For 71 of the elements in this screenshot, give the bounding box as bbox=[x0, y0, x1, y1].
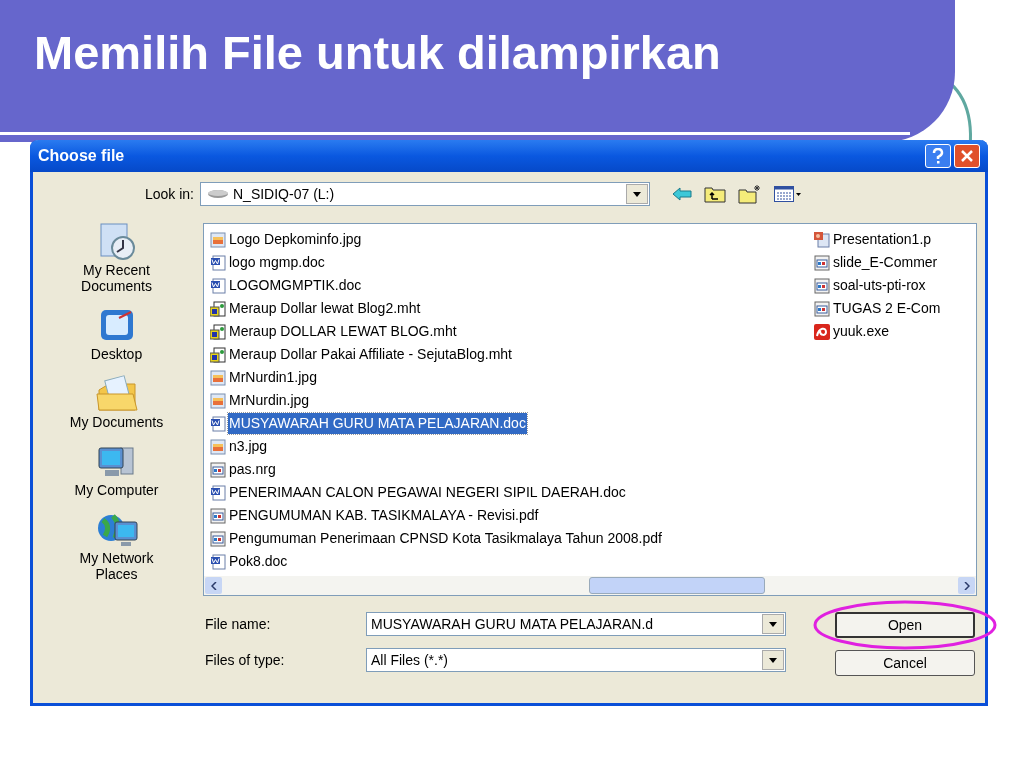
chevron-left-icon bbox=[210, 581, 217, 590]
file-item[interactable]: n3.jpg bbox=[228, 436, 269, 457]
word-file-icon bbox=[210, 254, 226, 271]
file-item[interactable]: Meraup Dollar lewat Blog2.mht bbox=[228, 298, 422, 319]
open-button[interactable]: Open bbox=[835, 612, 975, 638]
file-item[interactable]: Meraup Dollar Pakai Affiliate - SejutaBlog.mht bbox=[228, 344, 513, 365]
scroll-thumb[interactable] bbox=[589, 577, 765, 594]
word-file-icon bbox=[210, 484, 226, 501]
file-item[interactable]: PENERIMAAN CALON PEGAWAI NEGERI SIPIL DAERAH.doc bbox=[228, 482, 627, 503]
word-file-icon bbox=[210, 277, 226, 294]
folder-icon bbox=[94, 374, 139, 414]
generic-file-icon bbox=[814, 254, 830, 271]
look-in-dropdown[interactable]: N_SIDIQ-07 (L:) bbox=[200, 182, 650, 206]
file-item[interactable]: MrNurdin1.jpg bbox=[228, 367, 318, 388]
horizontal-scrollbar[interactable] bbox=[204, 576, 976, 595]
question-icon bbox=[932, 148, 944, 164]
file-type-field[interactable]: All Files (*.*) bbox=[366, 648, 786, 672]
place-item[interactable]: My Computer bbox=[41, 442, 192, 498]
scroll-left-button[interactable] bbox=[205, 577, 222, 594]
image-file-icon bbox=[210, 231, 226, 248]
up-folder-icon[interactable] bbox=[704, 185, 726, 203]
file-item[interactable]: LOGOMGMPTIK.doc bbox=[228, 275, 363, 296]
file-item[interactable]: logo mgmp.doc bbox=[228, 252, 326, 273]
file-item[interactable]: Pok8.doc bbox=[228, 551, 289, 572]
word-file-icon bbox=[210, 553, 226, 570]
place-item[interactable]: My Documents bbox=[41, 374, 192, 430]
drive-icon bbox=[207, 188, 229, 200]
help-button[interactable] bbox=[925, 144, 951, 168]
file-name-field[interactable]: MUSYAWARAH GURU MATA PELAJARAN.d bbox=[366, 612, 786, 636]
generic-file-icon bbox=[814, 277, 830, 294]
file-item[interactable]: TUGAS 2 E-Com bbox=[832, 298, 942, 319]
file-type-label: Files of type: bbox=[204, 650, 286, 670]
web-file-icon bbox=[210, 300, 226, 317]
app-file-icon bbox=[814, 323, 830, 340]
file-item[interactable]: yuuk.exe bbox=[832, 321, 891, 342]
chevron-right-icon bbox=[963, 581, 970, 590]
web-file-icon bbox=[210, 346, 226, 363]
view-menu-icon[interactable] bbox=[774, 186, 802, 202]
place-item[interactable]: Desktop bbox=[41, 306, 192, 362]
web-file-icon bbox=[210, 323, 226, 340]
close-icon bbox=[960, 149, 974, 163]
file-item[interactable]: soal-uts-pti-rox bbox=[832, 275, 927, 296]
place-item[interactable]: My Network Places bbox=[41, 510, 192, 582]
file-item[interactable]: Presentation1.p bbox=[832, 229, 933, 250]
place-item[interactable]: My Recent Documents bbox=[41, 222, 192, 294]
generic-file-icon bbox=[210, 461, 226, 478]
presentation-file-icon bbox=[814, 231, 830, 248]
generic-file-icon bbox=[210, 507, 226, 524]
file-item[interactable]: PENGUMUMAN KAB. TASIKMALAYA - Revisi.pdf bbox=[228, 505, 540, 526]
cancel-button[interactable]: Cancel bbox=[835, 650, 975, 676]
image-file-icon bbox=[210, 369, 226, 386]
file-item[interactable]: Pengumuman Penerimaan CPNSD Kota Tasikmalaya Tahun 2008.pdf bbox=[228, 528, 663, 549]
image-file-icon bbox=[210, 392, 226, 409]
back-arrow-icon[interactable] bbox=[672, 187, 692, 201]
file-name-label: File name: bbox=[204, 614, 272, 634]
word-file-icon bbox=[210, 415, 226, 432]
file-item[interactable]: MrNurdin.jpg bbox=[228, 390, 311, 411]
new-folder-icon[interactable] bbox=[738, 184, 762, 204]
close-button[interactable] bbox=[954, 144, 980, 168]
file-item[interactable]: MUSYAWARAH GURU MATA PELAJARAN.doc bbox=[228, 413, 527, 434]
file-item[interactable]: Meraup DOLLAR LEWAT BLOG.mht bbox=[228, 321, 458, 342]
generic-file-icon bbox=[210, 530, 226, 547]
window-title: Choose file bbox=[38, 146, 126, 166]
image-file-icon bbox=[210, 438, 226, 455]
file-item[interactable]: pas.nrg bbox=[228, 459, 277, 480]
look-in-label: Look in: bbox=[143, 184, 195, 204]
file-item[interactable]: slide_E-Commer bbox=[832, 252, 939, 273]
generic-file-icon bbox=[814, 300, 830, 317]
scroll-right-button[interactable] bbox=[958, 577, 975, 594]
slide-title: Memilih File untuk dilampirkan bbox=[34, 24, 722, 81]
file-item[interactable]: Logo Depkominfo.jpg bbox=[228, 229, 363, 250]
